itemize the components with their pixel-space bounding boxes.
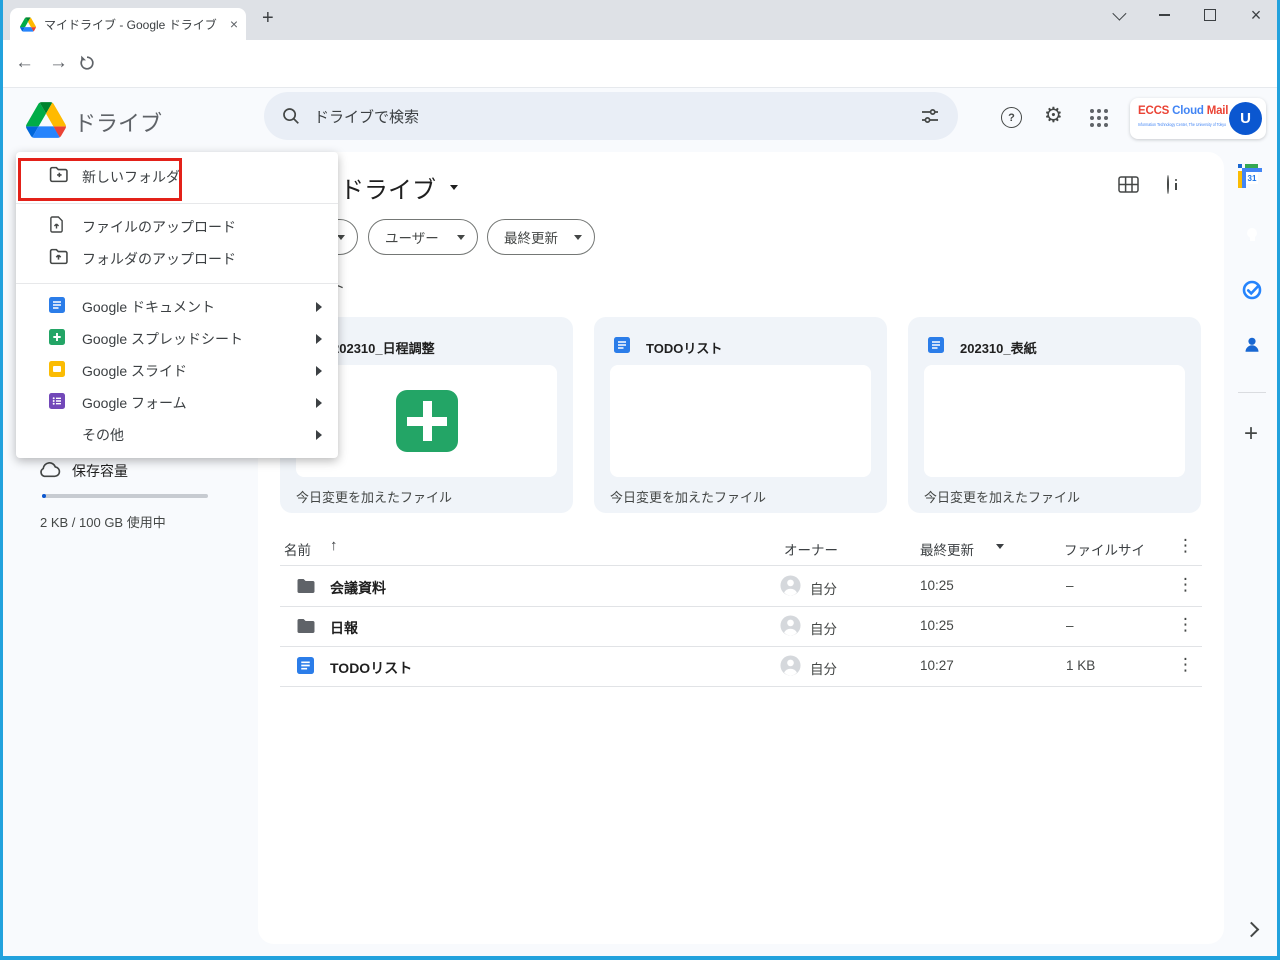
docs-file-icon <box>928 337 944 358</box>
table-options-icon[interactable]: ⋮ <box>1177 536 1194 556</box>
list-grid-toggle-icon[interactable] <box>1118 176 1139 198</box>
settings-gear-icon[interactable]: ⚙ <box>1044 103 1063 128</box>
cloud-storage-icon <box>38 461 61 483</box>
help-icon[interactable]: ? <box>1001 107 1022 128</box>
browser-toolbar: ← → drive.google.com/drive/my-drive ☆ U … <box>0 40 1280 88</box>
docs-file-icon <box>614 337 630 358</box>
back-icon[interactable]: ← <box>15 52 34 74</box>
storage-progress-fill <box>42 494 46 498</box>
side-panel-divider <box>1238 392 1266 393</box>
submenu-arrow-icon <box>316 366 322 376</box>
search-icon <box>282 107 300 125</box>
row-menu-icon[interactable]: ⋮ <box>1177 575 1194 595</box>
column-header-owner[interactable]: オーナー <box>784 539 838 559</box>
new-tab-button[interactable]: + <box>262 7 274 30</box>
sheets-logo <box>396 390 458 452</box>
search-placeholder: ドライブで検索 <box>314 106 920 127</box>
row-menu-icon[interactable]: ⋮ <box>1177 615 1194 635</box>
owner-avatar <box>780 655 801 681</box>
suggested-card-3[interactable]: 202310_表紙 今日変更を加えたファイル <box>908 317 1201 513</box>
menu-item-folder-upload[interactable]: フォルダのアップロード <box>16 243 338 275</box>
menu-item-google-sheets[interactable]: Google スプレッドシート <box>16 323 338 355</box>
browser-titlebar: マイドライブ - Google ドライブ × + × <box>0 0 1280 40</box>
browser-window: マイドライブ - Google ドライブ × + × ← → drive.goo… <box>0 0 1280 960</box>
column-header-size[interactable]: ファイルサイ <box>1064 539 1145 559</box>
search-options-icon[interactable] <box>920 107 940 125</box>
filter-chip-user[interactable]: ユーザー <box>368 219 478 255</box>
forms-product-icon <box>49 393 65 414</box>
docs-product-icon <box>49 297 65 318</box>
suggested-card-2[interactable]: TODOリスト 今日変更を加えたファイル <box>594 317 887 513</box>
storage-progress-bar <box>42 494 208 498</box>
tab-search-icon[interactable] <box>1098 0 1138 30</box>
window-border-bottom <box>0 956 1280 960</box>
sort-descending-icon <box>996 544 1004 549</box>
folder-icon <box>296 578 316 599</box>
menu-item-google-forms[interactable]: Google フォーム <box>16 387 338 419</box>
get-addons-icon[interactable]: + <box>1244 420 1258 448</box>
slides-product-icon <box>49 361 65 382</box>
drive-favicon <box>20 17 36 32</box>
docs-file-icon <box>297 657 314 679</box>
drive-wordmark: ドライブ <box>74 106 162 138</box>
menu-item-google-slides[interactable]: Google スライド <box>16 355 338 387</box>
tasks-icon[interactable] <box>1241 279 1263 306</box>
tab-close-icon[interactable]: × <box>230 16 238 32</box>
column-header-modified[interactable]: 最終更新 <box>920 539 974 559</box>
menu-item-new-folder[interactable]: 新しいフォルダ <box>16 158 338 195</box>
folder-upload-icon <box>49 248 68 270</box>
browser-tab[interactable]: マイドライブ - Google ドライブ × <box>10 8 246 40</box>
contacts-icon[interactable] <box>1242 335 1262 360</box>
storage-label[interactable]: 保存容量 <box>72 461 128 481</box>
hide-side-panel-icon[interactable] <box>1244 922 1260 938</box>
drive-search-bar[interactable]: ドライブで検索 <box>264 92 958 140</box>
submenu-arrow-icon <box>316 334 322 344</box>
menu-item-more[interactable]: その他 <box>16 419 338 451</box>
sheets-product-icon <box>49 329 65 350</box>
info-icon[interactable] <box>1167 175 1169 194</box>
eccs-logo-text: ECCS Cloud Mail <box>1138 105 1228 117</box>
owner-avatar <box>780 575 801 601</box>
storage-usage-text: 2 KB / 100 GB 使用中 <box>40 512 166 531</box>
maximize-button[interactable] <box>1190 0 1230 30</box>
column-header-name[interactable]: 名前 <box>284 539 311 559</box>
eccs-account-badge[interactable]: ECCS Cloud Mail Information Technology C… <box>1130 98 1266 139</box>
submenu-arrow-icon <box>316 302 322 312</box>
folder-icon <box>296 618 316 639</box>
window-border-left <box>0 0 3 960</box>
filter-chip-modified[interactable]: 最終更新 <box>487 219 595 255</box>
row-menu-icon[interactable]: ⋮ <box>1177 655 1194 675</box>
minimize-button[interactable] <box>1144 0 1184 30</box>
card-thumbnail <box>924 365 1185 477</box>
sort-ascending-icon: ↑ <box>330 537 338 554</box>
menu-item-file-upload[interactable]: ファイルのアップロード <box>16 211 338 243</box>
menu-item-google-docs[interactable]: Google ドキュメント <box>16 291 338 323</box>
card-thumbnail <box>610 365 871 477</box>
forward-icon[interactable]: → <box>49 52 68 74</box>
drive-account-avatar[interactable]: U <box>1229 102 1262 135</box>
drive-logo <box>26 102 66 143</box>
owner-avatar <box>780 615 801 641</box>
new-menu: 新しいフォルダ ファイルのアップロード フォルダのアップロード Google ド… <box>16 152 338 458</box>
file-upload-icon <box>49 216 64 238</box>
reload-icon[interactable] <box>78 54 96 77</box>
submenu-arrow-icon <box>316 430 322 440</box>
tab-title: マイドライブ - Google ドライブ <box>44 16 224 33</box>
eccs-subtitle: Information Technology Center, The Unive… <box>1138 122 1226 127</box>
window-close-button[interactable]: × <box>1236 0 1276 30</box>
drive-header: ドライブ ドライブで検索 ? ⚙ <box>0 88 1280 152</box>
submenu-arrow-icon <box>316 398 322 408</box>
apps-grid-icon[interactable] <box>1090 109 1094 113</box>
new-folder-icon <box>49 166 68 188</box>
